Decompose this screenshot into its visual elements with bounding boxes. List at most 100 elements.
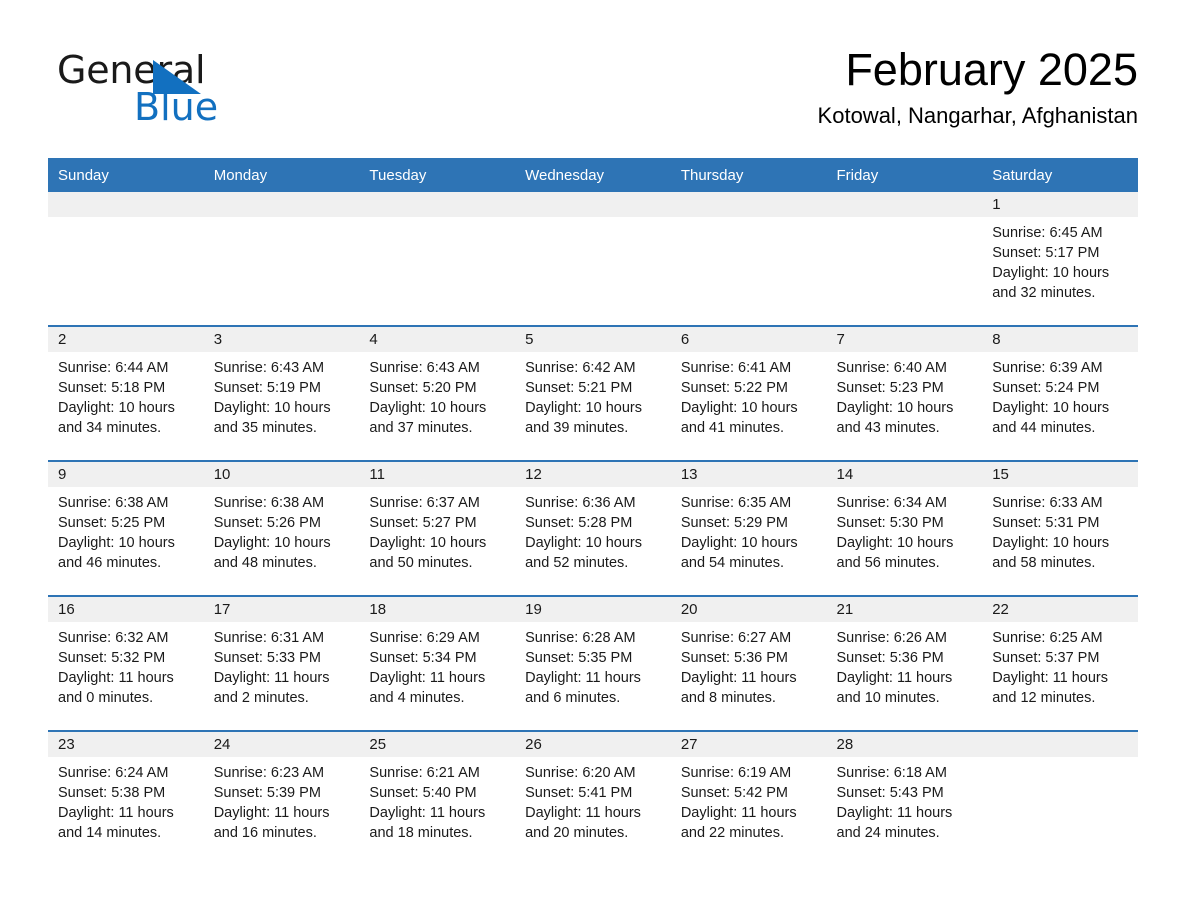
day-detail-line: Daylight: 10 hours — [680, 400, 798, 416]
calendar-cell[interactable]: 26 Sunrise: 6:20 AM Sunset: 5:41 PM Dayligh… — [515, 730, 671, 865]
day-detail-line: and 35 minutes. — [213, 420, 317, 436]
day-detail-line: Daylight: 11 hours — [213, 670, 330, 686]
day-detail-line: Sunrise: 6:38 AM — [213, 495, 325, 511]
day-detail-line: Sunset: 5:23 PM — [836, 380, 944, 396]
day-detail-line: Sunset: 5:32 PM — [58, 650, 166, 666]
day-detail-line: Daylight: 10 hours — [992, 400, 1110, 416]
day-number: 22 — [982, 597, 1138, 622]
day-number — [826, 192, 983, 217]
day-detail-line: and 52 minutes. — [525, 555, 629, 571]
calendar-cell[interactable]: 20 Sunrise: 6:27 AM Sunset: 5:36 PM Dayligh… — [670, 595, 827, 731]
calendar-cell[interactable]: 27 Sunrise: 6:19 AM Sunset: 5:42 PM Dayligh… — [670, 730, 827, 865]
day-number: 27 — [670, 732, 827, 757]
calendar-cell[interactable]: 6 Sunrise: 6:41 AM Sunset: 5:22 PM Daylight… — [670, 325, 827, 461]
day-detail-line: Daylight: 10 hours — [992, 265, 1110, 281]
day-details — [671, 217, 827, 223]
day-cell: 9 Sunrise: 6:38 AM Sunset: 5:25 PM Daylight… — [48, 462, 204, 595]
calendar-cell — [982, 730, 1138, 865]
calendar-cell[interactable]: 17 Sunrise: 6:31 AM Sunset: 5:33 PM Dayligh… — [203, 595, 360, 731]
calendar-week-row: 16 Sunrise: 6:32 AM Sunset: 5:32 PM Dayligh… — [48, 595, 1138, 731]
day-number — [515, 192, 671, 217]
day-detail-line: Daylight: 11 hours — [525, 670, 641, 686]
day-detail-line: Sunrise: 6:28 AM — [525, 630, 636, 646]
calendar-cell[interactable]: 12 Sunrise: 6:36 AM Sunset: 5:28 PM Dayligh… — [515, 460, 671, 596]
day-detail-line: Daylight: 10 hours — [680, 535, 798, 551]
calendar-cell[interactable]: 14 Sunrise: 6:34 AM Sunset: 5:30 PM Dayligh… — [826, 460, 983, 596]
calendar-cell[interactable]: 2 Sunrise: 6:44 AM Sunset: 5:18 PM Daylight… — [48, 325, 204, 461]
calendar-cell[interactable]: 1 Sunrise: 6:45 AM Sunset: 5:17 PM Daylight… — [982, 192, 1138, 326]
calendar-cell[interactable]: 23 Sunrise: 6:24 AM Sunset: 5:38 PM Dayligh… — [48, 730, 204, 865]
calendar-cell[interactable]: 11 Sunrise: 6:37 AM Sunset: 5:27 PM Dayligh… — [359, 460, 516, 596]
day-detail-line: Sunrise: 6:29 AM — [369, 630, 480, 646]
day-details: Sunrise: 6:44 AM Sunset: 5:18 PM Daylight:… — [48, 352, 204, 438]
calendar-cell — [203, 192, 360, 326]
day-cell: 2 Sunrise: 6:44 AM Sunset: 5:18 PM Daylight… — [48, 327, 204, 460]
day-detail-line: and 4 minutes. — [369, 690, 465, 706]
calendar-cell[interactable]: 7 Sunrise: 6:40 AM Sunset: 5:23 PM Daylight… — [826, 325, 983, 461]
day-details: Sunrise: 6:20 AM Sunset: 5:41 PM Daylight:… — [515, 757, 671, 843]
day-detail-line: Daylight: 10 hours — [836, 535, 954, 551]
calendar-cell[interactable]: 9 Sunrise: 6:38 AM Sunset: 5:25 PM Daylight… — [48, 460, 204, 596]
day-number: 15 — [982, 462, 1138, 487]
day-cell: 3 Sunrise: 6:43 AM Sunset: 5:19 PM Daylight… — [203, 327, 360, 460]
day-details: Sunrise: 6:24 AM Sunset: 5:38 PM Daylight:… — [48, 757, 204, 843]
calendar-week-row: 2 Sunrise: 6:44 AM Sunset: 5:18 PM Daylight… — [48, 325, 1138, 461]
day-detail-line: and 39 minutes. — [525, 420, 629, 436]
generalblue-logo[interactable]: General Blue — [57, 51, 317, 131]
calendar-cell[interactable]: 22 Sunrise: 6:25 AM Sunset: 5:37 PM Dayligh… — [982, 595, 1138, 731]
calendar-cell — [48, 192, 204, 326]
calendar-cell[interactable]: 8 Sunrise: 6:39 AM Sunset: 5:24 PM Daylight… — [982, 325, 1138, 461]
day-detail-line: Sunrise: 6:41 AM — [680, 360, 792, 376]
calendar-cell[interactable]: 25 Sunrise: 6:21 AM Sunset: 5:40 PM Dayligh… — [359, 730, 516, 865]
day-detail-line: and 37 minutes. — [369, 420, 473, 436]
day-details: Sunrise: 6:36 AM Sunset: 5:28 PM Daylight:… — [515, 487, 671, 573]
day-detail-line: Daylight: 11 hours — [58, 670, 174, 686]
day-detail-line: Sunset: 5:18 PM — [58, 380, 166, 396]
weekday-header-thursday: Thursday — [670, 158, 827, 192]
day-detail-line: and 32 minutes. — [992, 285, 1096, 301]
calendar-cell[interactable]: 16 Sunrise: 6:32 AM Sunset: 5:32 PM Dayligh… — [48, 595, 204, 731]
day-detail-line: and 2 minutes. — [213, 690, 309, 706]
calendar-cell[interactable]: 18 Sunrise: 6:29 AM Sunset: 5:34 PM Dayligh… — [359, 595, 516, 731]
day-detail-line: Daylight: 10 hours — [369, 535, 487, 551]
day-number: 10 — [203, 462, 360, 487]
day-detail-line: and 56 minutes. — [836, 555, 940, 571]
calendar-cell[interactable]: 4 Sunrise: 6:43 AM Sunset: 5:20 PM Daylight… — [359, 325, 516, 461]
calendar-cell[interactable]: 21 Sunrise: 6:26 AM Sunset: 5:36 PM Dayligh… — [826, 595, 983, 731]
day-detail-line: Sunrise: 6:43 AM — [369, 360, 480, 376]
calendar-header-row: Sunday Monday Tuesday Wednesday Thursday… — [48, 158, 1138, 192]
day-details: Sunrise: 6:42 AM Sunset: 5:21 PM Daylight:… — [515, 352, 671, 438]
day-number: 5 — [515, 327, 671, 352]
day-number: 26 — [515, 732, 671, 757]
day-detail-line: Sunrise: 6:21 AM — [369, 765, 480, 781]
calendar-cell[interactable]: 24 Sunrise: 6:23 AM Sunset: 5:39 PM Dayligh… — [203, 730, 360, 865]
day-detail-line: Sunset: 5:19 PM — [213, 380, 321, 396]
day-detail-line: Sunset: 5:40 PM — [369, 785, 477, 801]
calendar-cell[interactable]: 10 Sunrise: 6:38 AM Sunset: 5:26 PM Dayligh… — [203, 460, 360, 596]
calendar-cell — [515, 192, 671, 326]
day-detail-line: Sunset: 5:43 PM — [836, 785, 944, 801]
day-detail-line: Daylight: 11 hours — [369, 805, 486, 821]
day-detail-line: and 24 minutes. — [836, 825, 940, 841]
weekday-header-sunday: Sunday — [48, 158, 204, 192]
day-detail-line: and 20 minutes. — [525, 825, 629, 841]
day-cell: 15 Sunrise: 6:33 AM Sunset: 5:31 PM Dayligh… — [982, 462, 1138, 595]
calendar-cell[interactable]: 19 Sunrise: 6:28 AM Sunset: 5:35 PM Dayligh… — [515, 595, 671, 731]
day-detail-line: and 46 minutes. — [58, 555, 162, 571]
calendar-cell[interactable]: 3 Sunrise: 6:43 AM Sunset: 5:19 PM Daylight… — [203, 325, 360, 461]
day-details: Sunrise: 6:19 AM Sunset: 5:42 PM Daylight:… — [671, 757, 827, 843]
calendar-cell[interactable]: 5 Sunrise: 6:42 AM Sunset: 5:21 PM Daylight… — [515, 325, 671, 461]
calendar-cell[interactable]: 13 Sunrise: 6:35 AM Sunset: 5:29 PM Dayligh… — [670, 460, 827, 596]
day-details: Sunrise: 6:45 AM Sunset: 5:17 PM Daylight:… — [982, 217, 1138, 303]
day-number: 3 — [203, 327, 360, 352]
day-cell: 21 Sunrise: 6:26 AM Sunset: 5:36 PM Dayligh… — [826, 597, 983, 730]
day-details — [982, 757, 1138, 763]
calendar-cell[interactable]: 15 Sunrise: 6:33 AM Sunset: 5:31 PM Dayligh… — [982, 460, 1138, 596]
day-detail-line: Sunrise: 6:45 AM — [992, 225, 1103, 241]
calendar-cell[interactable]: 28 Sunrise: 6:18 AM Sunset: 5:43 PM Dayligh… — [826, 730, 983, 865]
day-number: 12 — [515, 462, 671, 487]
day-detail-line: and 58 minutes. — [992, 555, 1096, 571]
day-detail-line: Daylight: 10 hours — [213, 400, 331, 416]
day-cell: 8 Sunrise: 6:39 AM Sunset: 5:24 PM Daylight… — [982, 327, 1138, 460]
day-cell: 23 Sunrise: 6:24 AM Sunset: 5:38 PM Dayligh… — [48, 732, 204, 865]
